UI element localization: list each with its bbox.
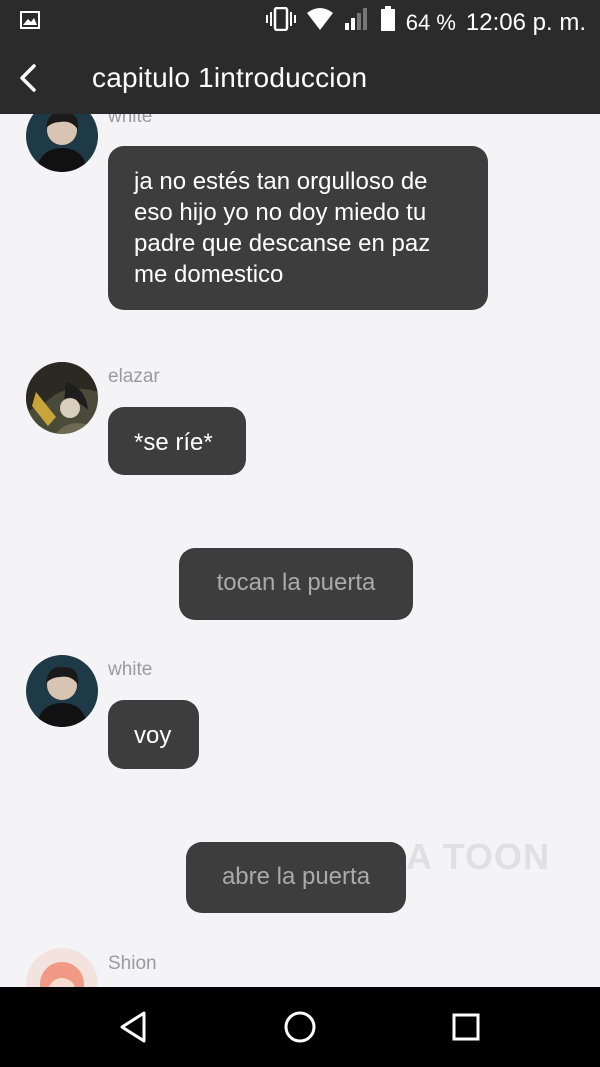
back-arrow-icon[interactable] xyxy=(14,60,46,96)
vibrate-icon xyxy=(265,6,296,39)
clock: 12:06 p. m. xyxy=(465,9,586,36)
battery-percent: 64 % xyxy=(405,10,456,35)
narration-text: abre la puerta xyxy=(221,863,371,890)
sender-name: white xyxy=(108,659,153,680)
message-text: *se ríe* xyxy=(134,429,213,456)
nav-recents-icon[interactable] xyxy=(446,1007,486,1047)
avatar-white[interactable] xyxy=(26,655,98,727)
narration-bubble[interactable]: tocan la puerta xyxy=(179,548,413,620)
message-bubble[interactable]: ja no estés tan orgulloso de eso hijo yo… xyxy=(108,146,488,310)
sender-name: elazar xyxy=(108,366,160,387)
chat-title: capitulo 1introduccion xyxy=(92,62,368,93)
narration-text: tocan la puerta xyxy=(216,569,376,596)
nav-back-icon[interactable] xyxy=(114,1007,154,1047)
narration-bubble[interactable]: abre la puerta xyxy=(186,842,406,913)
status-bar: 64 % 12:06 p. m. xyxy=(0,0,600,42)
message-bubble[interactable]: voy xyxy=(108,700,199,769)
gallery-icon xyxy=(20,10,40,35)
app-bar: capitulo 1introduccion xyxy=(0,42,600,114)
message-bubble[interactable]: *se ríe* xyxy=(108,407,246,475)
battery-icon xyxy=(380,6,396,40)
sender-name: Shion xyxy=(108,953,157,974)
avatar-shion[interactable] xyxy=(26,948,98,987)
wifi-icon xyxy=(306,7,334,39)
chat-area: manos white ja no estés tan orgulloso de… xyxy=(0,0,600,987)
message-text: voy xyxy=(134,722,172,749)
avatar-elazar[interactable] xyxy=(26,362,98,434)
navigation-bar xyxy=(0,987,600,1067)
nav-home-icon[interactable] xyxy=(280,1007,320,1047)
message-text: ja no estés tan orgulloso de eso hijo yo… xyxy=(134,168,431,288)
signal-icon xyxy=(344,7,370,39)
